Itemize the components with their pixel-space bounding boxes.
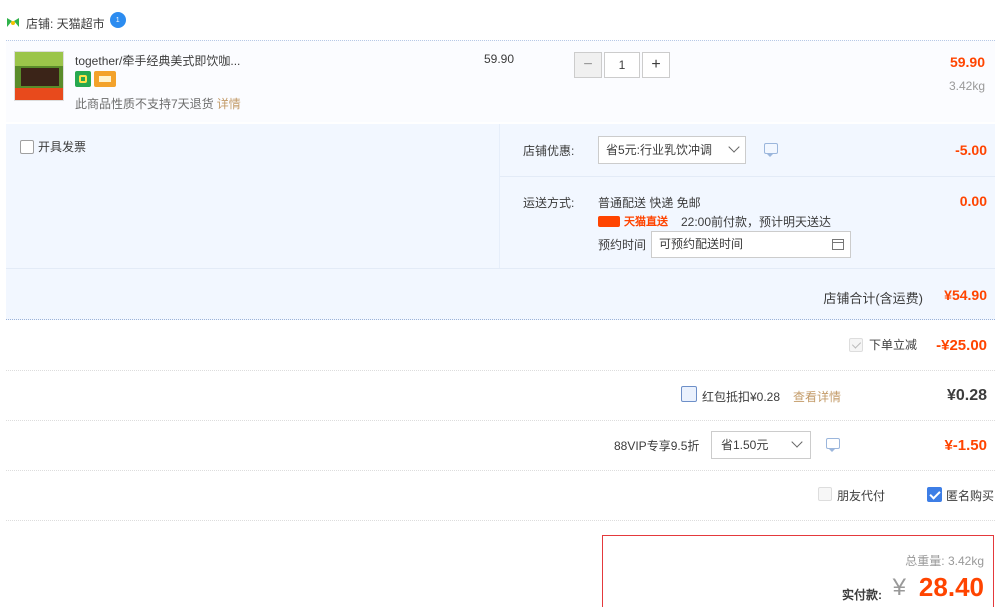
chevron-down-icon <box>728 141 740 153</box>
tmall-cat-icon <box>598 215 620 227</box>
shipping-method: 普通配送 快递 免邮 <box>598 196 701 210</box>
shipping-label: 运送方式: <box>523 196 575 210</box>
calendar-icon[interactable] <box>832 239 844 250</box>
shop-options: 店铺优惠: 省5元:行业乳饮冲调 -5.00 运送方式: 普通配送 快递 免邮 … <box>499 124 995 268</box>
pay-label: 实付款: <box>842 588 882 602</box>
instant-discount-checkbox <box>849 338 863 352</box>
shop-icon <box>7 18 19 27</box>
quantity-decrease-button[interactable]: − <box>574 52 602 78</box>
service-guarantee-icon[interactable] <box>75 71 91 87</box>
shop-discount-select[interactable]: 省5元:行业乳饮冲调 <box>598 136 746 164</box>
anonymous-checkbox[interactable] <box>927 487 942 502</box>
pay-currency: ¥ <box>892 574 906 601</box>
total-weight: 总重量: 3.42kg <box>905 554 984 568</box>
cart-item-row: together/牵手经典美式即饮咖... 此商品性质不支持7天退货 详情 59.… <box>6 40 995 122</box>
item-weight: 3.42kg <box>948 79 985 93</box>
red-packet-row: 红包抵扣¥0.28 查看详情 ¥0.28 <box>6 371 995 421</box>
service-icons <box>75 71 116 87</box>
chevron-down-icon <box>791 436 803 448</box>
reserve-time-input[interactable]: 可预约配送时间 <box>651 231 851 258</box>
friend-pay-label[interactable]: 朋友代付 <box>837 487 885 504</box>
shipping-fee: 0.00 <box>959 193 987 209</box>
return-policy-detail-link[interactable]: 详情 <box>217 97 241 111</box>
instant-discount-value: -¥25.00 <box>936 337 987 354</box>
instant-discount-row: 下单立减 -¥25.00 <box>6 321 995 371</box>
instant-discount-label: 下单立减 <box>869 338 918 352</box>
friend-pay-checkbox[interactable] <box>818 487 832 501</box>
red-packet-value: ¥0.28 <box>946 387 987 404</box>
red-packet-checkbox[interactable] <box>681 386 697 402</box>
item-total-price: 59.90 <box>949 54 985 70</box>
divider <box>500 176 995 177</box>
vip-discount-select[interactable]: 省1.50元 <box>711 431 811 459</box>
invoice-label: 开具发票 <box>38 140 87 154</box>
service-card-icon[interactable] <box>94 71 116 87</box>
shop-discount-amount: -5.00 <box>955 142 987 158</box>
quantity-increase-button[interactable]: + <box>642 52 670 78</box>
shop-header: 店铺: 天猫超市 1 <box>6 12 126 34</box>
tmall-direct-badge: 天猫直送 <box>598 213 668 229</box>
pay-amount: 28.40 <box>918 572 984 602</box>
unit-price: 59.90 <box>484 52 515 66</box>
vip-discount-row: 88VIP专享9.5折 省1.50元 ¥-1.50 <box>6 421 995 471</box>
quantity-input[interactable]: 1 <box>604 52 640 78</box>
shop-total-value: ¥54.90 <box>944 287 987 303</box>
product-title[interactable]: together/牵手经典美式即饮咖... <box>75 52 240 69</box>
shop-discount-label: 店铺优惠: <box>523 144 575 158</box>
delivery-estimate: 22:00前付款，预计明天送达 <box>681 215 832 229</box>
payment-options-row: 朋友代付 匿名购买 <box>6 471 995 521</box>
invoice-checkbox[interactable] <box>20 139 34 154</box>
reserve-time-label: 预约时间 <box>598 238 647 252</box>
shop-total-label: 店铺合计(含运费) <box>823 291 923 306</box>
product-thumbnail[interactable] <box>14 51 64 101</box>
payment-summary: 总重量: 3.42kg 实付款: ¥ 28.40 <box>602 535 994 607</box>
quantity-stepper: − 1 + <box>574 52 670 78</box>
return-policy-note: 此商品性质不支持7天退货 详情 <box>75 97 241 111</box>
red-packet-detail-link[interactable]: 查看详情 <box>793 388 841 405</box>
anonymous-label[interactable]: 匿名购买 <box>946 487 994 504</box>
chat-icon[interactable]: 1 <box>109 12 126 28</box>
order-options-panel: 开具发票 店铺优惠: 省5元:行业乳饮冲调 -5.00 运送方式: 普通配送 快… <box>6 124 995 268</box>
message-icon[interactable] <box>764 143 778 157</box>
message-icon[interactable] <box>826 438 840 452</box>
invoice-option[interactable]: 开具发票 <box>20 138 86 155</box>
red-packet-label: 红包抵扣¥0.28 <box>702 390 781 404</box>
shop-name[interactable]: 店铺: 天猫超市 <box>26 15 105 32</box>
shop-total-row: 店铺合计(含运费) ¥54.90 <box>6 268 995 320</box>
vip-discount-label: 88VIP专享9.5折 <box>614 439 700 453</box>
vip-discount-value: ¥-1.50 <box>944 437 987 454</box>
